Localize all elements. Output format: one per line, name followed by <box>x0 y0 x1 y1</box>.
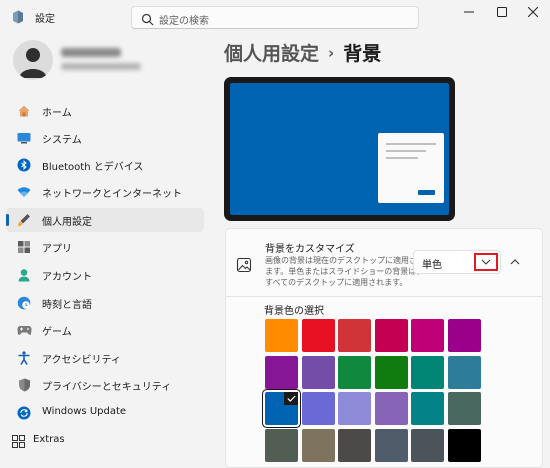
color-swatch[interactable] <box>411 355 444 389</box>
windows-update-icon <box>16 405 32 421</box>
color-swatch[interactable] <box>374 392 408 425</box>
nav-item-accounts[interactable]: アカウント <box>6 263 204 287</box>
accessibility-icon <box>16 350 32 366</box>
minimize-icon <box>464 11 474 13</box>
nav-item-label: ネットワークとインターネット <box>42 189 182 200</box>
color-swatch[interactable] <box>447 428 481 462</box>
customize-title: 背景をカスタマイズ <box>265 244 355 255</box>
color-swatch[interactable] <box>301 355 335 389</box>
color-swatch[interactable] <box>411 428 444 462</box>
user-email-blurred <box>61 63 141 70</box>
color-swatch[interactable] <box>338 319 371 352</box>
collapse-button[interactable] <box>508 255 522 269</box>
extras-icon <box>10 433 26 449</box>
user-avatar-icon <box>19 48 47 78</box>
chevron-down-icon <box>481 259 491 265</box>
nav-item-label: システム <box>42 135 82 146</box>
close-button[interactable] <box>515 0 550 24</box>
nav-item-label: プライバシーとセキュリティ <box>42 382 172 393</box>
privacy-shield-icon <box>16 377 32 393</box>
color-swatch[interactable] <box>301 428 335 462</box>
settings-app-icon <box>12 9 24 24</box>
preview-window-icon <box>378 133 444 203</box>
color-swatch[interactable] <box>338 392 371 425</box>
search-placeholder: 設定の検索 <box>159 16 209 27</box>
breadcrumb-parent[interactable]: 個人用設定 <box>224 43 319 65</box>
nav-item-personalization[interactable]: 個人用設定 <box>6 208 204 232</box>
nav-item-bluetooth[interactable]: Bluetooth とデバイス <box>6 153 204 177</box>
nav-item-time-language[interactable]: 時刻と言語 <box>6 291 204 315</box>
maximize-icon <box>497 7 507 17</box>
nav-item-system[interactable]: システム <box>6 126 204 150</box>
color-swatch[interactable] <box>301 392 335 425</box>
desktop-preview <box>224 77 455 221</box>
image-icon <box>236 257 252 273</box>
color-swatch[interactable] <box>374 319 408 352</box>
nav-item-label: Extras <box>33 434 65 445</box>
chevron-up-icon <box>510 259 520 265</box>
nav-item-windows-update[interactable]: Windows Update <box>6 401 204 425</box>
window-title: 設定 <box>35 14 55 25</box>
color-swatch[interactable] <box>338 428 371 462</box>
nav-item-label: ホーム <box>42 108 72 119</box>
color-swatch[interactable] <box>374 428 408 462</box>
nav-item-label: アクセシビリティ <box>42 355 121 366</box>
nav-item-gaming[interactable]: ゲーム <box>6 318 204 342</box>
avatar[interactable] <box>13 40 53 80</box>
dropdown-toggle[interactable] <box>474 253 498 271</box>
search-box[interactable]: 設定の検索 <box>131 6 419 29</box>
nav-item-extras[interactable]: Extras <box>0 429 198 453</box>
personalization-icon <box>16 212 32 228</box>
chevron-right-icon: › <box>328 44 335 62</box>
breadcrumb: 個人用設定 › 背景 <box>224 39 381 66</box>
color-swatch[interactable] <box>265 392 298 425</box>
close-icon <box>528 7 538 17</box>
dropdown-value: 単色 <box>422 260 442 271</box>
color-swatch[interactable] <box>411 319 444 352</box>
apps-icon <box>16 239 32 255</box>
color-section: 背景色の選択 <box>226 297 542 467</box>
color-swatch[interactable] <box>338 355 371 389</box>
color-swatch[interactable] <box>301 319 335 352</box>
gaming-icon <box>16 322 32 338</box>
checkmark-icon <box>284 392 298 405</box>
preview-screen <box>230 83 449 215</box>
search-icon <box>141 11 154 26</box>
minimize-button[interactable] <box>451 0 487 24</box>
color-swatch[interactable] <box>447 319 481 352</box>
background-settings-card: 背景をカスタマイズ 画像の背景は現在のデスクトップに適用されます。単色またはスラ… <box>225 228 543 468</box>
color-swatch[interactable] <box>265 319 298 352</box>
nav-item-network[interactable]: ネットワークとインターネット <box>6 180 204 204</box>
color-swatch[interactable] <box>265 355 298 389</box>
nav-item-label: 時刻と言語 <box>42 300 92 311</box>
color-swatch[interactable] <box>374 355 408 389</box>
accounts-icon <box>16 267 32 283</box>
color-swatch[interactable] <box>265 428 298 462</box>
card-header: 背景をカスタマイズ 画像の背景は現在のデスクトップに適用されます。単色またはスラ… <box>226 229 542 297</box>
nav-item-label: Windows Update <box>42 406 127 417</box>
nav-item-label: アカウント <box>42 272 92 283</box>
nav-item-home[interactable]: ホーム <box>6 99 204 123</box>
color-swatch[interactable] <box>447 355 481 389</box>
system-icon <box>16 130 32 146</box>
nav-item-label: 個人用設定 <box>42 217 92 228</box>
nav-item-privacy[interactable]: プライバシーとセキュリティ <box>6 373 204 397</box>
color-section-title: 背景色の選択 <box>264 306 324 317</box>
nav-item-accessibility[interactable]: アクセシビリティ <box>6 346 204 370</box>
page-title: 背景 <box>343 43 382 65</box>
time-language-icon <box>16 295 32 311</box>
customize-description: 画像の背景は現在のデスクトップに適用されます。単色またはスライドショーの背景は、… <box>265 256 425 287</box>
color-swatch[interactable] <box>447 392 481 425</box>
active-indicator <box>6 214 9 226</box>
user-name-blurred <box>61 48 121 57</box>
nav-item-label: アプリ <box>42 244 72 255</box>
nav-item-apps[interactable]: アプリ <box>6 235 204 259</box>
nav-item-label: ゲーム <box>42 327 72 338</box>
bluetooth-icon <box>16 157 32 173</box>
network-icon <box>16 184 32 200</box>
home-icon <box>16 103 32 119</box>
nav-item-label: Bluetooth とデバイス <box>42 162 144 173</box>
color-swatch[interactable] <box>411 392 444 425</box>
background-type-dropdown[interactable]: 単色 <box>413 250 501 274</box>
